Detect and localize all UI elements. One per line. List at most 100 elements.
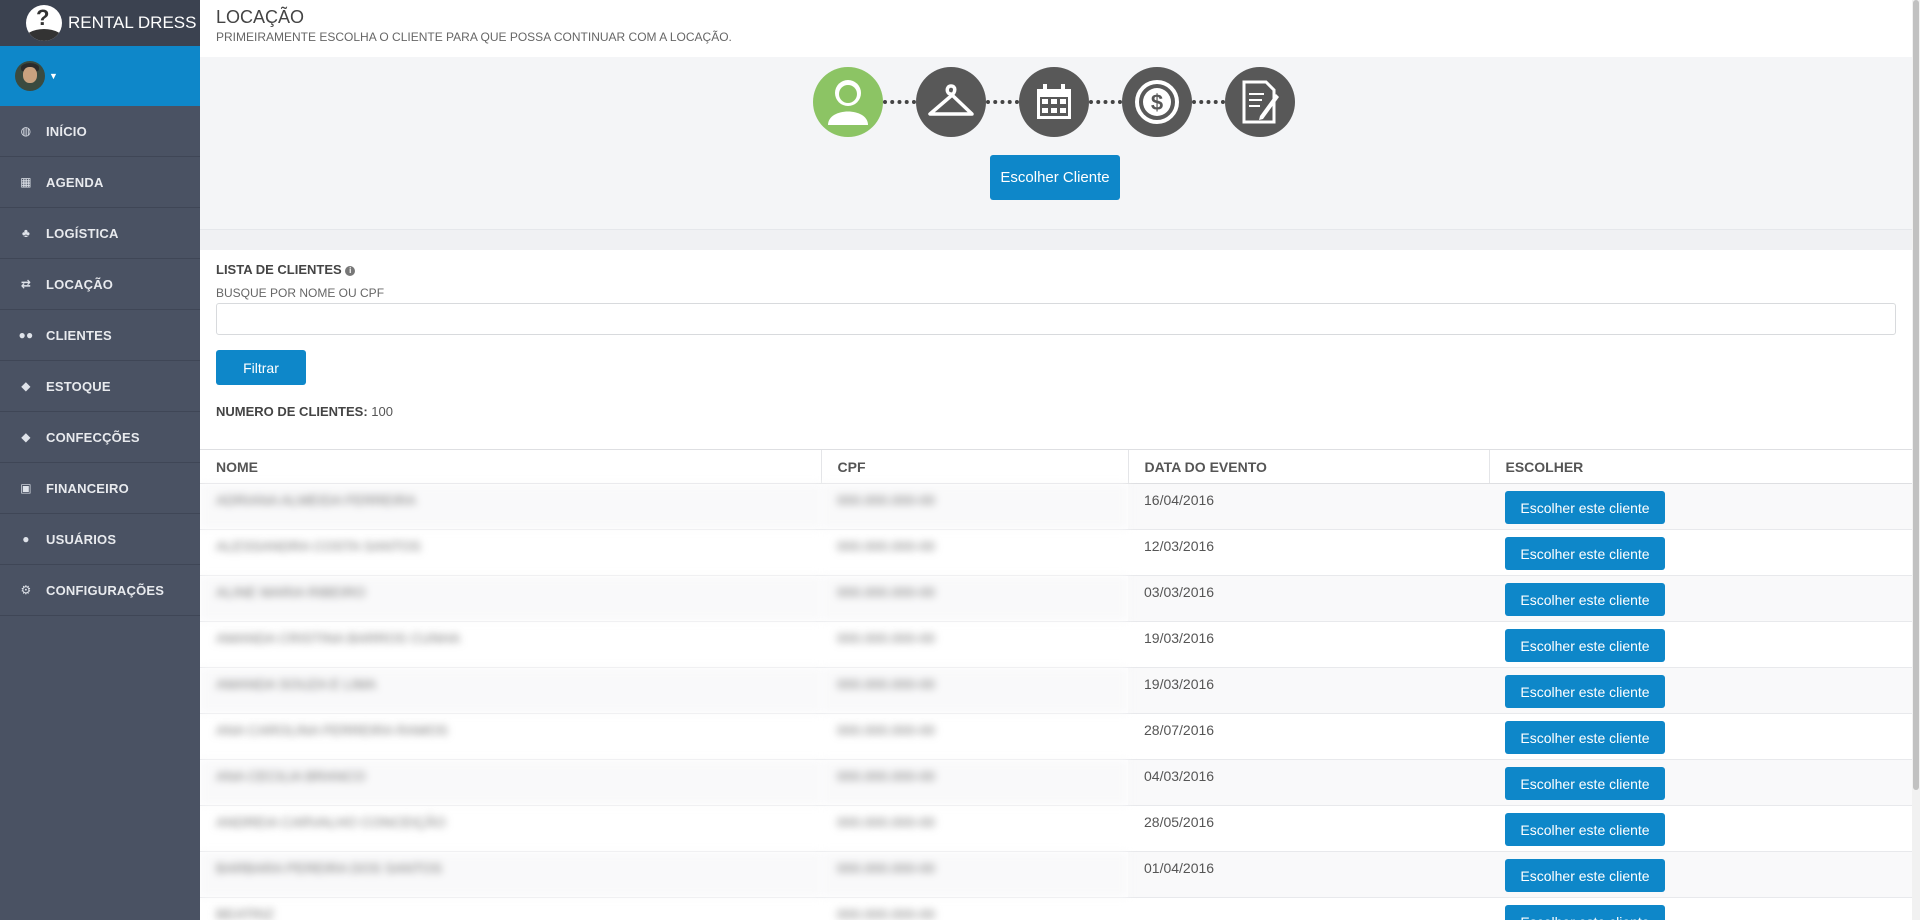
cell-action: Escolher este cliente	[1489, 759, 1912, 806]
search-label: BUSQUE POR NOME OU CPF	[216, 286, 385, 300]
cell-name: ALESSANDRA COSTA SANTOS	[200, 529, 821, 576]
caret-down-icon[interactable]: ▼	[49, 71, 58, 81]
sidebar-item-confeccoes[interactable]: ◆ CONFECÇÕES	[0, 412, 200, 463]
step-connector	[1192, 100, 1225, 104]
info-icon[interactable]: i	[345, 266, 356, 276]
cell-date: 03/03/2016	[1128, 575, 1489, 622]
table-row: AMANDA CRISTINA BARROS CUNHA 000.000.000…	[200, 621, 1912, 668]
filter-section: LISTA DE CLIENTES i BUSQUE POR NOME OU C…	[216, 250, 1896, 419]
cell-name: ANA CAROLINA FERREIRA RAMOS	[200, 713, 821, 760]
cell-date: 19/03/2016	[1128, 621, 1489, 668]
column-header-data-evento[interactable]: DATA DO EVENTO	[1127, 449, 1489, 484]
cell-name: ALINE MARIA RIBEIRO	[200, 575, 821, 622]
client-count-label: NUMERO DE CLIENTES:	[216, 404, 368, 419]
hanger-icon	[928, 84, 974, 116]
cell-cpf: 000.000.000-00	[821, 759, 1128, 806]
sidebar-item-label: CLIENTES	[46, 327, 112, 343]
scrollbar-thumb[interactable]	[1913, 0, 1919, 790]
calendar-icon	[1037, 84, 1071, 119]
sidebar-item-estoque[interactable]: ◆ ESTOQUE	[0, 361, 200, 412]
sidebar-item-label: USUÁRIOS	[46, 531, 117, 547]
choose-this-client-button[interactable]: Escolher este cliente	[1505, 675, 1665, 708]
cogs-icon: ⚙	[20, 583, 32, 597]
sidebar-item-label: CONFIGURAÇÕES	[46, 582, 165, 598]
column-header-cpf[interactable]: CPF	[820, 449, 1128, 484]
choose-this-client-button[interactable]: Escolher este cliente	[1505, 859, 1665, 892]
sidebar-item-locacao[interactable]: ⇄ LOCAÇÃO	[0, 259, 200, 310]
sidebar-item-label: FINANCEIRO	[46, 480, 129, 496]
cell-name: BARBARA PEREIRA DOS SANTOS	[200, 851, 821, 898]
cell-date: 12/03/2016	[1128, 529, 1489, 576]
sidebar-item-label: CONFECÇÕES	[46, 429, 140, 445]
logo-icon: ?	[26, 5, 62, 41]
cell-cpf: 000.000.000-00	[821, 851, 1128, 898]
cell-cpf: 000.000.000-00	[821, 575, 1128, 622]
choose-client-button[interactable]: Escolher Cliente	[990, 155, 1120, 200]
cell-date: 04/03/2016	[1128, 759, 1489, 806]
step-date[interactable]	[1019, 67, 1089, 137]
column-header-nome[interactable]: NOME	[200, 449, 821, 484]
cell-action: Escolher este cliente	[1489, 851, 1912, 898]
sitemap-icon: ♣	[21, 226, 31, 240]
cell-name: ANDREIA CARVALHO CONCEIÇÃO	[200, 805, 821, 852]
sidebar: ? RENTAL DRESS ▼ ◍ INÍCIO ▦ AGENDA ♣ LOGÍST…	[0, 0, 200, 920]
step-contract[interactable]	[1225, 67, 1295, 137]
step-client[interactable]	[813, 67, 883, 137]
choose-this-client-button[interactable]: Escolher este cliente	[1505, 491, 1665, 524]
sidebar-item-clientes[interactable]: ●● CLIENTES	[0, 310, 200, 361]
client-icon	[828, 80, 868, 125]
page-scrollbar[interactable]	[1912, 0, 1920, 920]
cell-action: Escolher este cliente	[1489, 575, 1912, 622]
step-connector	[883, 100, 916, 104]
step-payment[interactable]: $	[1122, 67, 1192, 137]
cell-cpf: 000.000.000-00	[821, 483, 1128, 530]
choose-this-client-button[interactable]: Escolher este cliente	[1505, 583, 1665, 616]
filter-button[interactable]: Filtrar	[216, 350, 306, 385]
dashboard-icon: ◍	[20, 124, 32, 138]
search-input[interactable]	[216, 303, 1896, 335]
sidebar-item-usuarios[interactable]: ● USUÁRIOS	[0, 514, 200, 565]
choose-this-client-button[interactable]: Escolher este cliente	[1505, 629, 1665, 662]
sidebar-item-label: LOCAÇÃO	[46, 276, 114, 292]
sidebar-item-agenda[interactable]: ▦ AGENDA	[0, 157, 200, 208]
cell-date: 19/03/2016	[1128, 667, 1489, 714]
clients-table: NOME CPF DATA DO EVENTO ESCOLHER ADRIANA…	[200, 449, 1912, 920]
page-subtitle: PRIMEIRAMENTE ESCOLHA O CLIENTE PARA QUE…	[216, 30, 732, 44]
choose-this-client-button[interactable]: Escolher este cliente	[1505, 905, 1665, 920]
sidebar-item-inicio[interactable]: ◍ INÍCIO	[0, 106, 200, 157]
cell-cpf: 000.000.000-00	[821, 713, 1128, 760]
choose-this-client-button[interactable]: Escolher este cliente	[1505, 767, 1665, 800]
cell-action: Escolher este cliente	[1489, 621, 1912, 668]
money-icon: ▣	[20, 481, 32, 495]
user-icon: ●	[22, 532, 30, 546]
sidebar-item-financeiro[interactable]: ▣ FINANCEIRO	[0, 463, 200, 514]
clients-table-container: NOME CPF DATA DO EVENTO ESCOLHER ADRIANA…	[200, 449, 1912, 920]
dollar-icon: $	[1135, 80, 1179, 124]
section-divider	[200, 230, 1912, 250]
choose-this-client-button[interactable]: Escolher este cliente	[1505, 537, 1665, 570]
cell-date	[1128, 897, 1489, 920]
cell-action: Escolher este cliente	[1489, 667, 1912, 714]
page-header: LOCAÇÃO PRIMEIRAMENTE ESCOLHA O CLIENTE …	[200, 0, 1912, 58]
column-header-escolher: ESCOLHER	[1488, 449, 1912, 484]
sidebar-item-logistica[interactable]: ♣ LOGÍSTICA	[0, 208, 200, 259]
users-icon: ●●	[18, 328, 34, 342]
exchange-icon: ⇄	[20, 277, 32, 291]
table-header-row: NOME CPF DATA DO EVENTO ESCOLHER	[200, 449, 1912, 484]
step-connector	[1089, 100, 1122, 104]
cell-action: Escolher este cliente	[1489, 805, 1912, 852]
choose-this-client-button[interactable]: Escolher este cliente	[1505, 721, 1665, 754]
cell-cpf: 000.000.000-00	[821, 667, 1128, 714]
table-row: ADRIANA ALMEIDA FERREIRA 000.000.000-00 …	[200, 483, 1912, 530]
cell-cpf: 000.000.000-00	[821, 529, 1128, 576]
cell-date: 16/04/2016	[1128, 483, 1489, 530]
client-count: NUMERO DE CLIENTES: 100	[216, 404, 1896, 419]
brand[interactable]: ? RENTAL DRESS	[0, 0, 200, 46]
sidebar-item-configuracoes[interactable]: ⚙ CONFIGURAÇÕES	[0, 565, 200, 616]
wizard-steps: $	[813, 67, 1295, 137]
choose-this-client-button[interactable]: Escolher este cliente	[1505, 813, 1665, 846]
table-row: ANA CECILIA BRANCO 000.000.000-00 04/03/…	[200, 759, 1912, 806]
cell-action: Escolher este cliente	[1489, 529, 1912, 576]
avatar[interactable]	[15, 61, 45, 91]
step-product[interactable]	[916, 67, 986, 137]
